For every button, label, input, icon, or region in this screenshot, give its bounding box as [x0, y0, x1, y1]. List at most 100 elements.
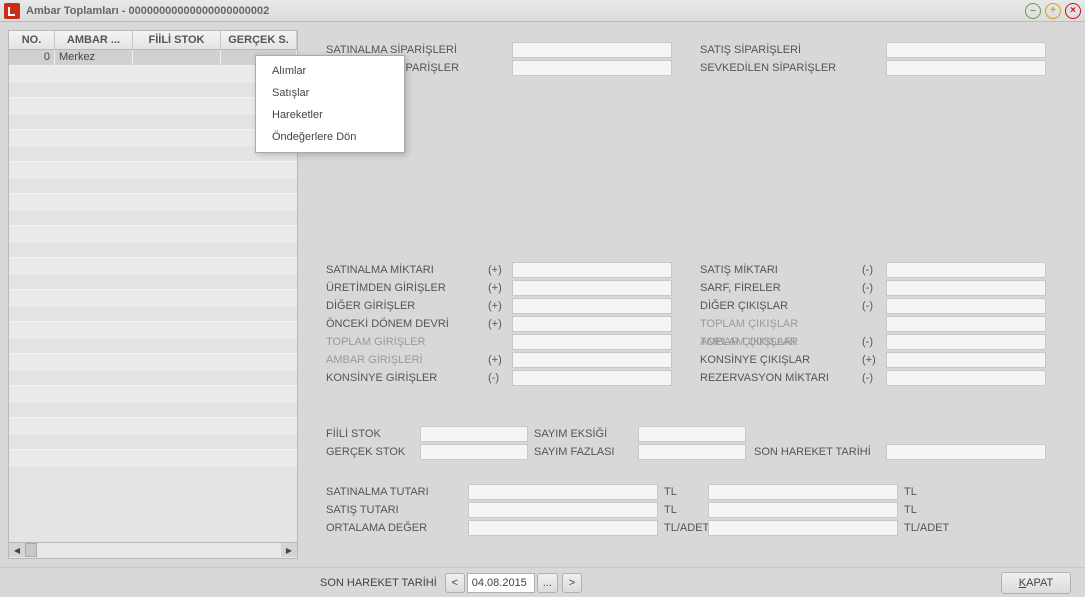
footer-date-label: SON HAREKET TARİHİ — [320, 577, 437, 589]
col-ambar[interactable]: AMBAR ... — [55, 31, 133, 49]
input-sayim-eksik[interactable] — [638, 426, 746, 442]
input-ortalama-2[interactable] — [708, 520, 898, 536]
table-row[interactable]: 0 Merkez — [9, 50, 297, 66]
input-sevk-siparis[interactable] — [886, 60, 1046, 76]
input-fiili-stok[interactable] — [420, 426, 528, 442]
menu-reset-defaults[interactable]: Öndeğerlere Dön — [256, 126, 404, 148]
label-sarf-fire: SARF, FİRELER — [700, 282, 781, 294]
table-row[interactable] — [9, 306, 297, 322]
input-ortalama-1[interactable] — [468, 520, 658, 536]
table-row[interactable] — [9, 434, 297, 450]
col-gercek[interactable]: GERÇEK S. — [221, 31, 297, 49]
table-row[interactable] — [9, 338, 297, 354]
scroll-left-button[interactable]: ◀ — [9, 543, 25, 557]
table-row[interactable] — [9, 210, 297, 226]
input-gercek-stok[interactable] — [420, 444, 528, 460]
table-row[interactable] — [9, 66, 297, 82]
table-row[interactable] — [9, 82, 297, 98]
input-konsinye-cikis[interactable] — [886, 352, 1046, 368]
table-row[interactable] — [9, 226, 297, 242]
table-row[interactable] — [9, 370, 297, 386]
minimize-button[interactable]: – — [1025, 3, 1041, 19]
close-window-button[interactable]: × — [1065, 3, 1081, 19]
input-diger-giris[interactable] — [512, 298, 672, 314]
table-row[interactable] — [9, 418, 297, 434]
label-satinalma-miktar: SATINALMA MİKTARI — [326, 264, 434, 276]
table-row[interactable] — [9, 146, 297, 162]
table-row[interactable] — [9, 258, 297, 274]
table-row[interactable] — [9, 274, 297, 290]
label-konsinye-giris: KONSİNYE GİRİŞLER — [326, 372, 437, 384]
input-diger-cikis[interactable] — [886, 298, 1046, 314]
input-satis-siparis[interactable] — [886, 42, 1046, 58]
label-gercek-stok: GERÇEK STOK — [326, 446, 405, 458]
scroll-right-button[interactable]: ▶ — [281, 543, 297, 557]
input-toplam-giris[interactable] — [512, 334, 672, 350]
table-row[interactable] — [9, 322, 297, 338]
table-row[interactable] — [9, 114, 297, 130]
input-satinalma-miktar[interactable] — [512, 262, 672, 278]
footer: SON HAREKET TARİHİ < ... > KAPAT — [0, 567, 1085, 597]
label-rezerv-miktar: REZERVASYON MİKTARI — [700, 372, 829, 384]
label-toplam-cikis2: TOPLAM ÇIKIŞLAR — [700, 318, 798, 330]
input-sayim-fazla[interactable] — [638, 444, 746, 460]
input-sarf-fire[interactable] — [886, 280, 1046, 296]
date-input[interactable] — [467, 573, 535, 593]
menu-satislar[interactable]: Satışlar — [256, 82, 404, 104]
label-diger-cikis: DİĞER ÇIKIŞLAR — [700, 300, 788, 312]
input-ambar-giris[interactable] — [512, 352, 672, 368]
label-ortalama: ORTALAMA DEĞER — [326, 522, 427, 534]
label-toplam-giris: TOPLAM GİRİŞLER — [326, 336, 425, 348]
table-row[interactable] — [9, 162, 297, 178]
label-son-hareket: SON HAREKET TARİHİ — [754, 446, 871, 458]
date-picker-button[interactable]: ... — [537, 573, 558, 593]
scroll-thumb[interactable] — [25, 543, 37, 557]
table-row[interactable] — [9, 178, 297, 194]
titlebar: Ambar Toplamları - 000000000000000000000… — [0, 0, 1085, 22]
table-row[interactable] — [9, 386, 297, 402]
input-satis-tutar-2[interactable] — [708, 502, 898, 518]
input-satis-miktar[interactable] — [886, 262, 1046, 278]
input-onceki-donem[interactable] — [512, 316, 672, 332]
input-konsinye-giris[interactable] — [512, 370, 672, 386]
maximize-button[interactable]: + — [1045, 3, 1061, 19]
col-no[interactable]: NO. — [9, 31, 55, 49]
context-menu: Alımlar Satışlar Hareketler Öndeğerlere … — [255, 55, 405, 153]
col-fiili[interactable]: FİİLİ STOK — [133, 31, 221, 49]
input-satis-tutar-1[interactable] — [468, 502, 658, 518]
input-alinan-siparis[interactable] — [512, 60, 672, 76]
table-row[interactable] — [9, 242, 297, 258]
label-satis-siparis: SATIŞ SİPARİŞLERİ — [700, 44, 801, 56]
label-satis-miktar: SATIŞ MİKTARI — [700, 264, 778, 276]
label-uretim-giris: ÜRETİMDEN GİRİŞLER — [326, 282, 446, 294]
table-row[interactable] — [9, 290, 297, 306]
window-title: Ambar Toplamları - 000000000000000000000… — [26, 5, 1025, 17]
app-icon — [4, 3, 20, 19]
table-row[interactable] — [9, 130, 297, 146]
input-satinalma-siparis[interactable] — [512, 42, 672, 58]
input-uretim-giris[interactable] — [512, 280, 672, 296]
label-sayim-fazla: SAYIM FAZLASI — [534, 446, 615, 458]
close-button[interactable]: KAPAT — [1001, 572, 1071, 594]
input-satinalma-tutar-1[interactable] — [468, 484, 658, 500]
table-row[interactable] — [9, 98, 297, 114]
label-konsinye-cikis: KONSİNYE ÇIKIŞLAR — [700, 354, 810, 366]
label-ambar-cikis: AMBAR ÇIKIŞLARI — [700, 336, 795, 348]
menu-hareketler[interactable]: Hareketler — [256, 104, 404, 126]
input-toplam-cikis2[interactable] — [886, 316, 1046, 332]
table-row[interactable] — [9, 402, 297, 418]
input-rezerv-miktar[interactable] — [886, 370, 1046, 386]
table-row[interactable] — [9, 354, 297, 370]
detail-panel: SATINALMA SİPARİŞLERİ SATIŞ SİPARİŞLERİ … — [308, 30, 1077, 559]
next-date-button[interactable]: > — [562, 573, 582, 593]
input-son-hareket[interactable] — [886, 444, 1046, 460]
input-satinalma-tutar-2[interactable] — [708, 484, 898, 500]
horizontal-scrollbar[interactable]: ◀ ▶ — [8, 543, 298, 559]
table-row[interactable] — [9, 450, 297, 466]
label-sayim-eksik: SAYIM EKSİĞİ — [534, 428, 607, 440]
label-onceki-donem: ÖNCEKİ DÖNEM DEVRİ — [326, 318, 449, 330]
menu-alimlar[interactable]: Alımlar — [256, 60, 404, 82]
input-ambar-cikis[interactable] — [886, 334, 1046, 350]
table-row[interactable] — [9, 194, 297, 210]
prev-date-button[interactable]: < — [445, 573, 465, 593]
